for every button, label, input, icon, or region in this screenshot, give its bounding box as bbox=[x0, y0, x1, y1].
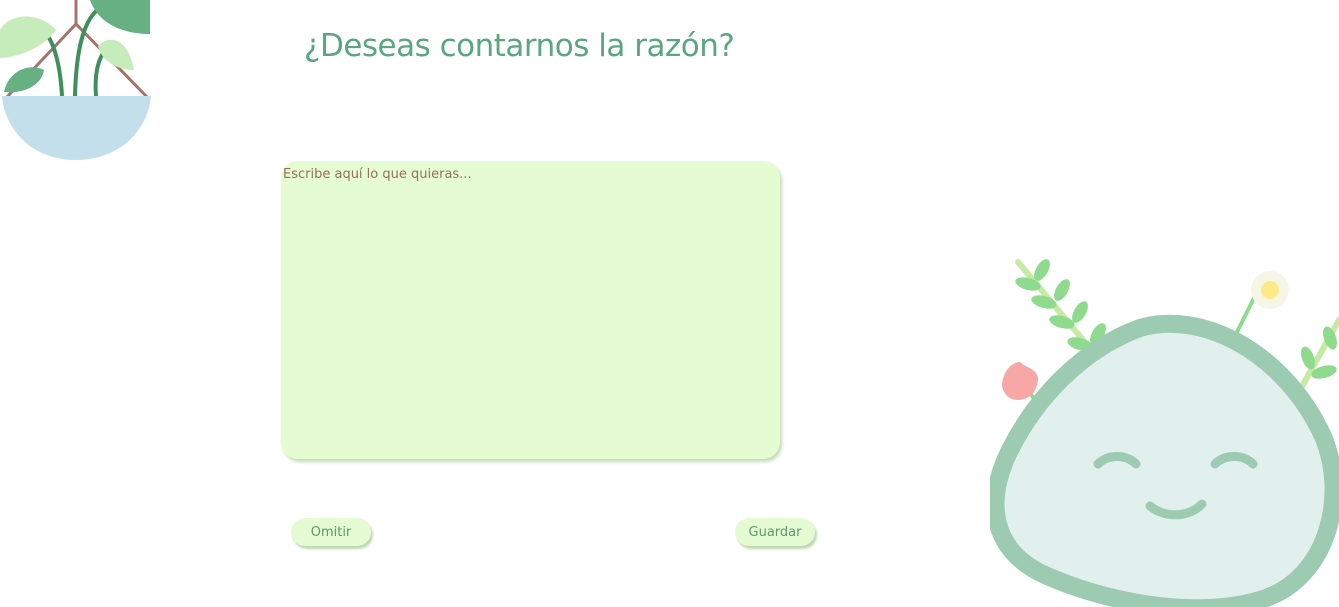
feedback-page: ¿Deseas contarnos la razón? Omitir Guard… bbox=[0, 0, 1339, 607]
reason-textarea[interactable] bbox=[281, 161, 780, 459]
page-title: ¿Deseas contarnos la razón? bbox=[304, 28, 735, 64]
omit-button[interactable]: Omitir bbox=[291, 518, 371, 546]
smiling-blob-with-plants-icon bbox=[990, 259, 1339, 607]
hanging-plant-icon bbox=[0, 0, 151, 160]
save-button[interactable]: Guardar bbox=[735, 518, 815, 546]
